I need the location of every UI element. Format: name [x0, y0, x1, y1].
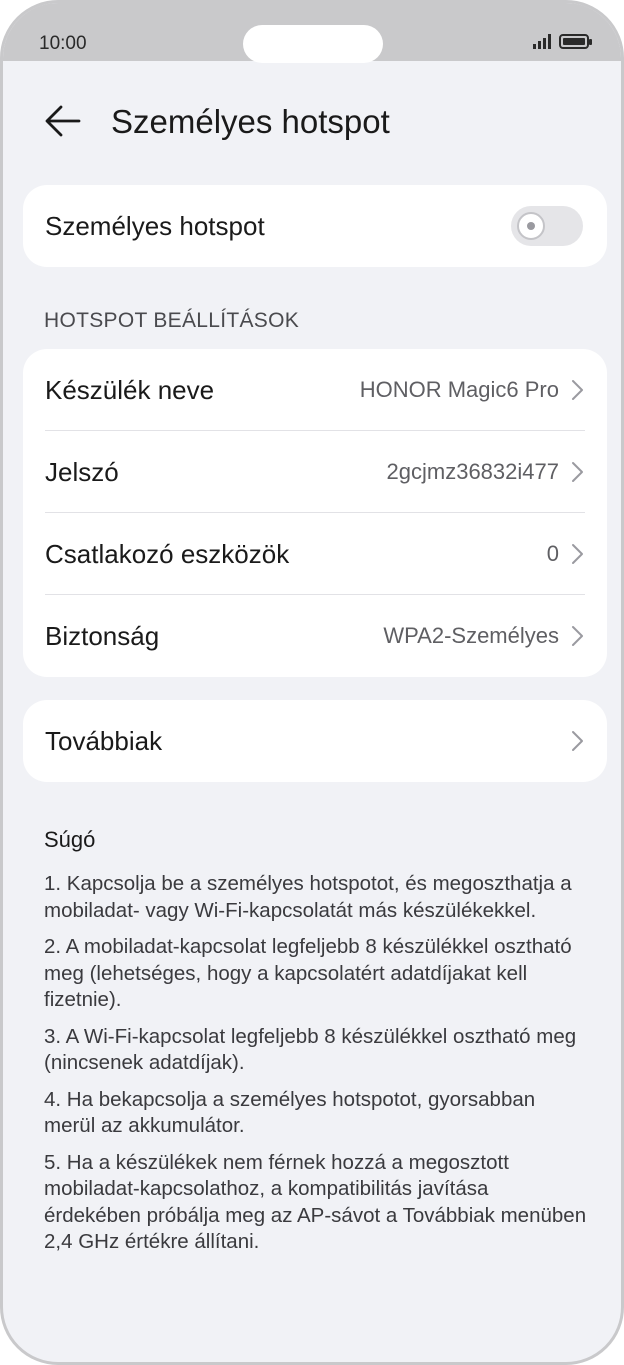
settings-row-device-name[interactable]: Készülék neve HONOR Magic6 Pro	[23, 349, 607, 431]
row-label: Csatlakozó eszközök	[45, 538, 290, 569]
signal-icon	[533, 33, 551, 49]
chevron-right-icon	[572, 380, 583, 400]
battery-icon	[559, 33, 592, 49]
help-item: 5. Ha a készülékek nem férnek hozzá a me…	[44, 1150, 587, 1254]
status-icons	[533, 33, 592, 49]
help-item: 1. Kapcsolja be a személyes hotspotot, é…	[44, 872, 572, 922]
chevron-right-icon	[572, 731, 583, 751]
help-item: 4. Ha bekapcsolja a személyes hotspotot,…	[44, 1087, 536, 1138]
help-list: 1. Kapcsolja be a személyes hotspotot, é…	[44, 871, 589, 1266]
row-value: 0	[546, 541, 559, 566]
chevron-right-icon	[572, 462, 583, 482]
settings-row-security[interactable]: Biztonság WPA2-Személyes	[23, 595, 607, 677]
row-value: 2gcjmz36832i477	[386, 459, 559, 484]
help-item: 2. A mobiladat-kapcsolat legfeljebb 8 ké…	[44, 935, 572, 1011]
page-title: Személyes hotspot	[111, 103, 390, 140]
more-row[interactable]: Továbbiak	[23, 700, 607, 782]
more-card: Továbbiak	[23, 700, 607, 782]
row-label: Biztonság	[45, 620, 160, 651]
settings-card: Készülék neve HONOR Magic6 Pro Jelszó 2g…	[23, 349, 607, 677]
chevron-right-icon	[572, 626, 583, 646]
switch-knob	[517, 212, 545, 240]
hotspot-toggle-card: Személyes hotspot	[23, 185, 607, 267]
chevron-right-icon	[572, 544, 583, 564]
phone-frame: 10:00 Személyes hotspot Személyes hotspo…	[0, 0, 624, 1365]
row-label: Jelszó	[45, 456, 119, 487]
hotspot-toggle-label: Személyes hotspot	[45, 210, 265, 241]
page-header: Személyes hotspot	[3, 91, 621, 151]
more-label: Továbbiak	[45, 725, 163, 756]
camera-notch	[243, 25, 383, 63]
settings-row-password[interactable]: Jelszó 2gcjmz36832i477	[23, 431, 607, 513]
row-value: HONOR Magic6 Pro	[359, 377, 559, 402]
help-title: Súgó	[44, 827, 96, 852]
status-time: 10:00	[39, 33, 87, 54]
status-bar: 10:00	[3, 3, 621, 63]
row-label: Készülék neve	[45, 374, 215, 405]
section-title: HOTSPOT BEÁLLÍTÁSOK	[44, 309, 300, 332]
row-value: WPA2-Személyes	[383, 623, 559, 648]
hotspot-toggle-row[interactable]: Személyes hotspot	[23, 185, 607, 267]
help-item: 3. A Wi-Fi-kapcsolat legfeljebb 8 készül…	[44, 1024, 577, 1075]
back-arrow-icon[interactable]	[43, 101, 83, 141]
settings-row-connected-devices[interactable]: Csatlakozó eszközök 0	[23, 513, 607, 595]
hotspot-switch[interactable]	[511, 206, 583, 246]
